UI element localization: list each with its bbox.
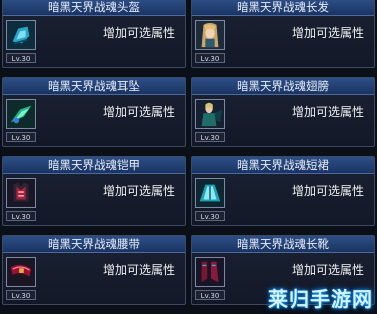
item-card-skirt[interactable]: 暗黑天界战魂短裙 Lv.30 增加可选属性 bbox=[191, 156, 375, 226]
item-card-long-hair[interactable]: 暗黑天界战魂长发 Lv.30 增加可选属性 bbox=[191, 0, 375, 68]
level-badge: Lv.30 bbox=[195, 53, 225, 63]
item-grid: 暗黑天界战魂头盔 Lv.30 增加可选属性 暗黑天界战魂长发 Lv.30 增加可… bbox=[0, 0, 377, 314]
helmet-icon bbox=[6, 20, 36, 50]
item-description: 增加可选属性 bbox=[291, 263, 364, 277]
item-name: 暗黑天界战魂耳坠 bbox=[3, 78, 185, 95]
level-badge: Lv.30 bbox=[195, 132, 225, 142]
belt-icon bbox=[6, 257, 36, 287]
item-description: 增加可选属性 bbox=[102, 263, 175, 277]
item-name: 暗黑天界战魂长靴 bbox=[192, 236, 374, 253]
item-description: 增加可选属性 bbox=[291, 105, 364, 119]
long-hair-icon bbox=[195, 20, 225, 50]
item-name: 暗黑天界战魂长发 bbox=[192, 0, 374, 16]
item-name: 暗黑天界战魂头盔 bbox=[3, 0, 185, 16]
item-description: 增加可选属性 bbox=[102, 105, 175, 119]
level-badge: Lv.30 bbox=[6, 211, 36, 221]
boots-icon bbox=[195, 257, 225, 287]
wings-icon bbox=[195, 99, 225, 129]
site-watermark: 莱归手游网 bbox=[268, 287, 373, 311]
item-description: 增加可选属性 bbox=[102, 26, 175, 40]
item-name: 暗黑天界战魂短裙 bbox=[192, 157, 374, 174]
item-card-armor[interactable]: 暗黑天界战魂铠甲 Lv.30 增加可选属性 bbox=[2, 156, 186, 226]
level-badge: Lv.30 bbox=[6, 290, 36, 300]
level-badge: Lv.30 bbox=[6, 132, 36, 142]
item-card-helmet[interactable]: 暗黑天界战魂头盔 Lv.30 增加可选属性 bbox=[2, 0, 186, 68]
item-description: 增加可选属性 bbox=[102, 184, 175, 198]
item-name: 暗黑天界战魂腰带 bbox=[3, 236, 185, 253]
item-card-belt[interactable]: 暗黑天界战魂腰带 Lv.30 增加可选属性 bbox=[2, 235, 186, 305]
item-name: 暗黑天界战魂铠甲 bbox=[3, 157, 185, 174]
level-badge: Lv.30 bbox=[195, 290, 225, 300]
level-badge: Lv.30 bbox=[195, 211, 225, 221]
item-card-earring[interactable]: 暗黑天界战魂耳坠 Lv.30 增加可选属性 bbox=[2, 77, 186, 147]
level-badge: Lv.30 bbox=[6, 53, 36, 63]
item-card-wings[interactable]: 暗黑天界战魂翅膀 Lv.30 增加可选属性 bbox=[191, 77, 375, 147]
item-description: 增加可选属性 bbox=[291, 184, 364, 198]
armor-icon bbox=[6, 178, 36, 208]
skirt-icon bbox=[195, 178, 225, 208]
item-name: 暗黑天界战魂翅膀 bbox=[192, 78, 374, 95]
item-description: 增加可选属性 bbox=[291, 26, 364, 40]
earring-icon bbox=[6, 99, 36, 129]
